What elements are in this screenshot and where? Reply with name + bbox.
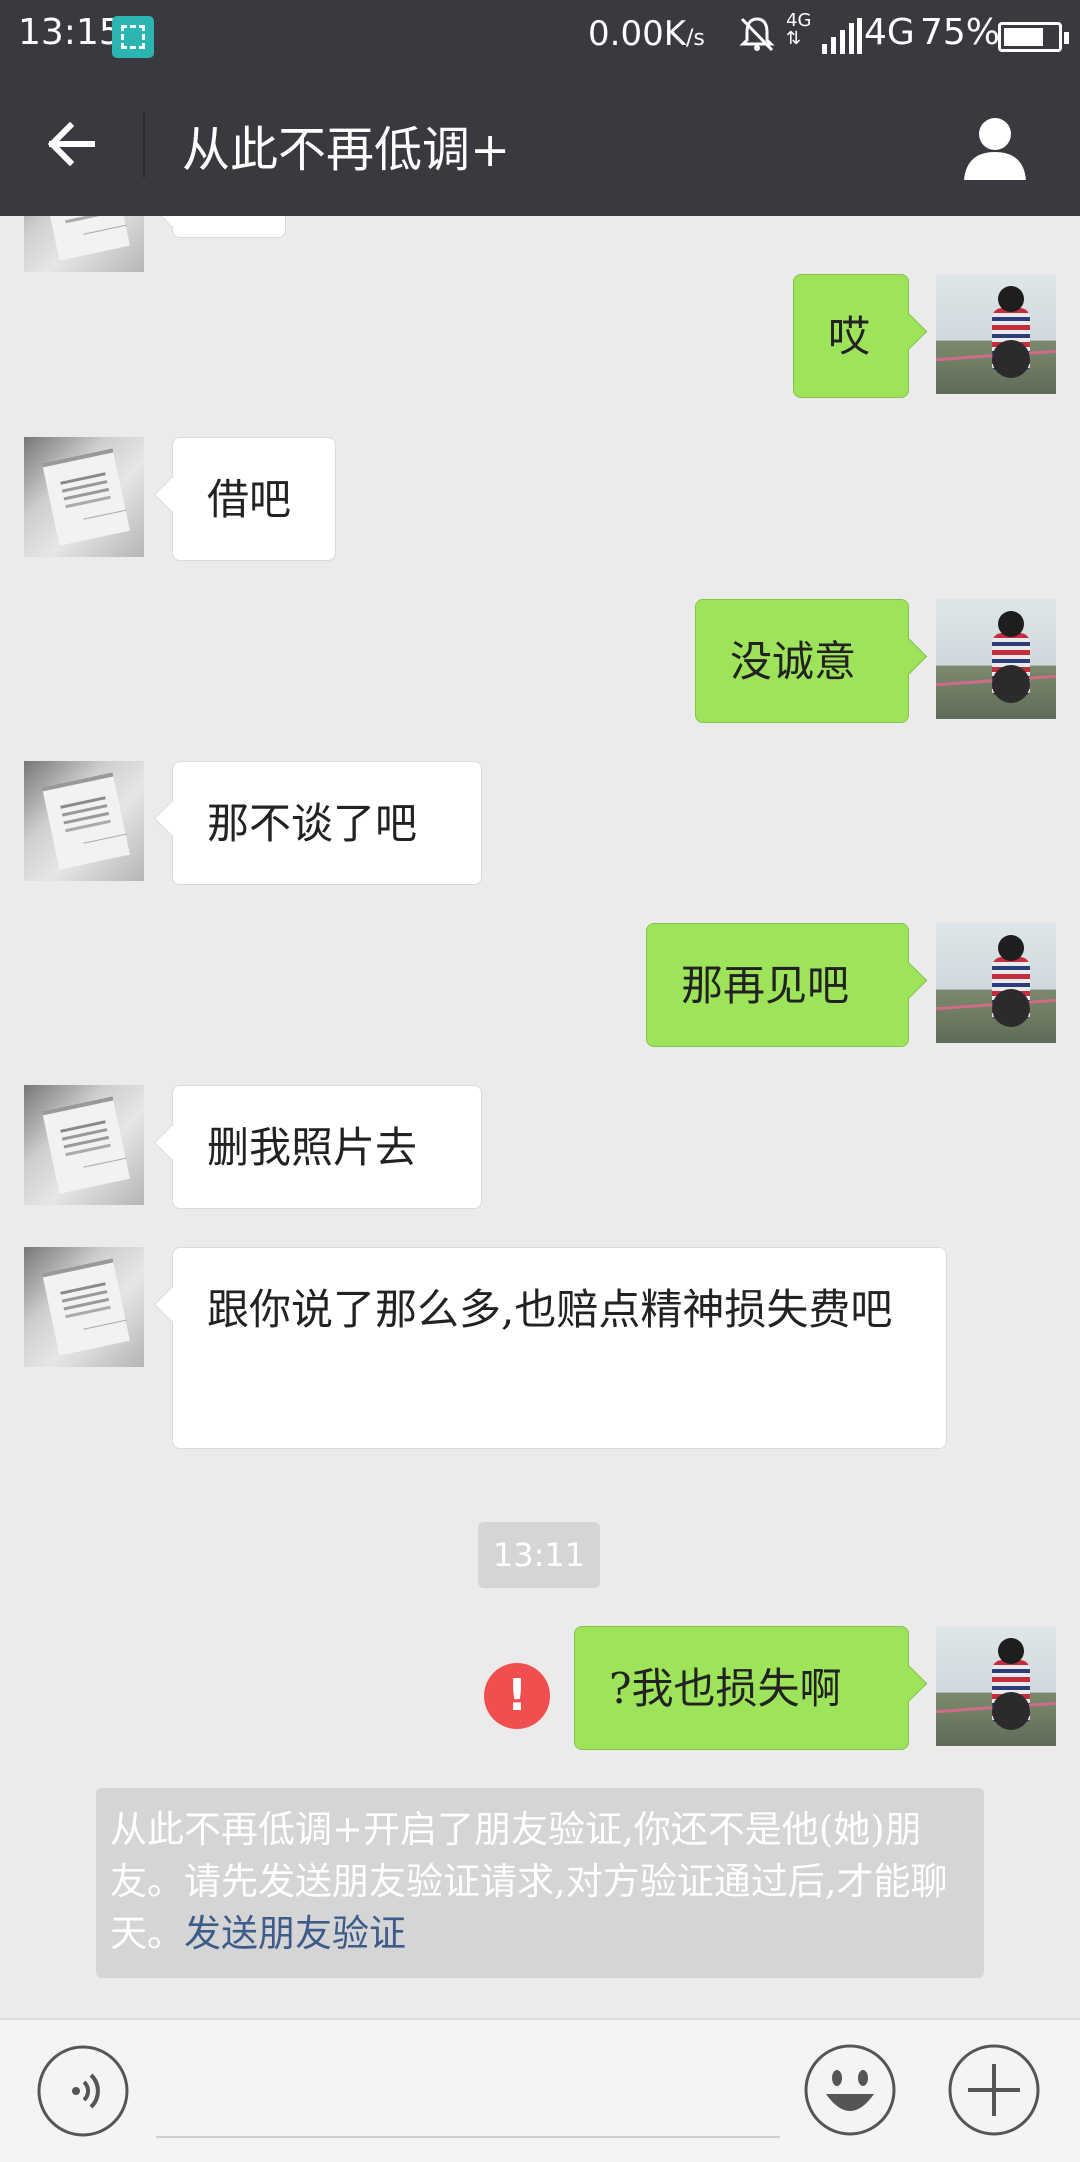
screenshot-icon	[112, 16, 154, 58]
header-divider	[143, 112, 145, 178]
battery-icon	[998, 22, 1069, 52]
person-icon[interactable]	[960, 112, 1030, 182]
message-bubble-outgoing[interactable]: 哎	[793, 274, 909, 398]
status-bar: 13:15 0.00K/s 4G ⇅ 4G 75%	[0, 0, 1080, 72]
my-avatar[interactable]	[936, 923, 1056, 1043]
message-input[interactable]	[156, 2136, 780, 2138]
message-bubble-incoming[interactable]	[172, 216, 286, 238]
net-indicator: 4G ⇅	[786, 10, 812, 49]
signal-icon	[822, 18, 862, 54]
contact-avatar[interactable]	[24, 1247, 144, 1367]
exclamation-icon[interactable]: !	[484, 1663, 550, 1729]
back-arrow-icon[interactable]	[40, 112, 104, 176]
network-speed: 0.00K/s	[588, 14, 705, 54]
message-bubble-outgoing[interactable]: 那再见吧	[646, 923, 909, 1047]
input-bar	[0, 2018, 1080, 2162]
contact-avatar[interactable]	[24, 216, 144, 272]
timestamp: 13:11	[478, 1522, 600, 1588]
my-avatar[interactable]	[936, 599, 1056, 719]
mute-bell-icon	[739, 17, 775, 52]
message-bubble-incoming[interactable]: 那不谈了吧	[172, 761, 482, 885]
battery-percent: 75%	[920, 12, 1001, 53]
plus-icon[interactable]	[946, 2042, 1042, 2138]
contact-avatar[interactable]	[24, 761, 144, 881]
chat-header: 从此不再低调+	[0, 72, 1080, 216]
voice-icon[interactable]	[36, 2044, 130, 2138]
message-bubble-incoming[interactable]: 删我照片去	[172, 1085, 482, 1209]
smiley-icon[interactable]	[802, 2042, 898, 2138]
friend-verification-notice: 从此不再低调+开启了朋友验证,你还不是他(她)朋友。请先发送朋友验证请求,对方验…	[96, 1788, 984, 1978]
chat-title: 从此不再低调+	[182, 122, 511, 178]
message-bubble-incoming[interactable]: 借吧	[172, 437, 336, 561]
my-avatar[interactable]	[936, 274, 1056, 394]
contact-avatar[interactable]	[24, 1085, 144, 1205]
network-type: 4G	[864, 12, 915, 53]
message-bubble-outgoing[interactable]: 没诚意	[695, 599, 909, 723]
message-bubble-incoming[interactable]: 跟你说了那么多,也赔点精神损失费吧	[172, 1247, 947, 1449]
my-avatar[interactable]	[936, 1626, 1056, 1746]
status-time: 13:15	[18, 12, 122, 53]
send-verification-link[interactable]: 发送朋友验证	[184, 1912, 406, 1955]
chat-area[interactable]: 哎 借吧 没诚意 那不谈了吧 那再见吧 删我照片去 跟你说了那么多,也赔点精神损…	[0, 216, 1080, 2018]
contact-avatar[interactable]	[24, 437, 144, 557]
message-bubble-outgoing[interactable]: ?我也损失啊	[574, 1626, 909, 1750]
